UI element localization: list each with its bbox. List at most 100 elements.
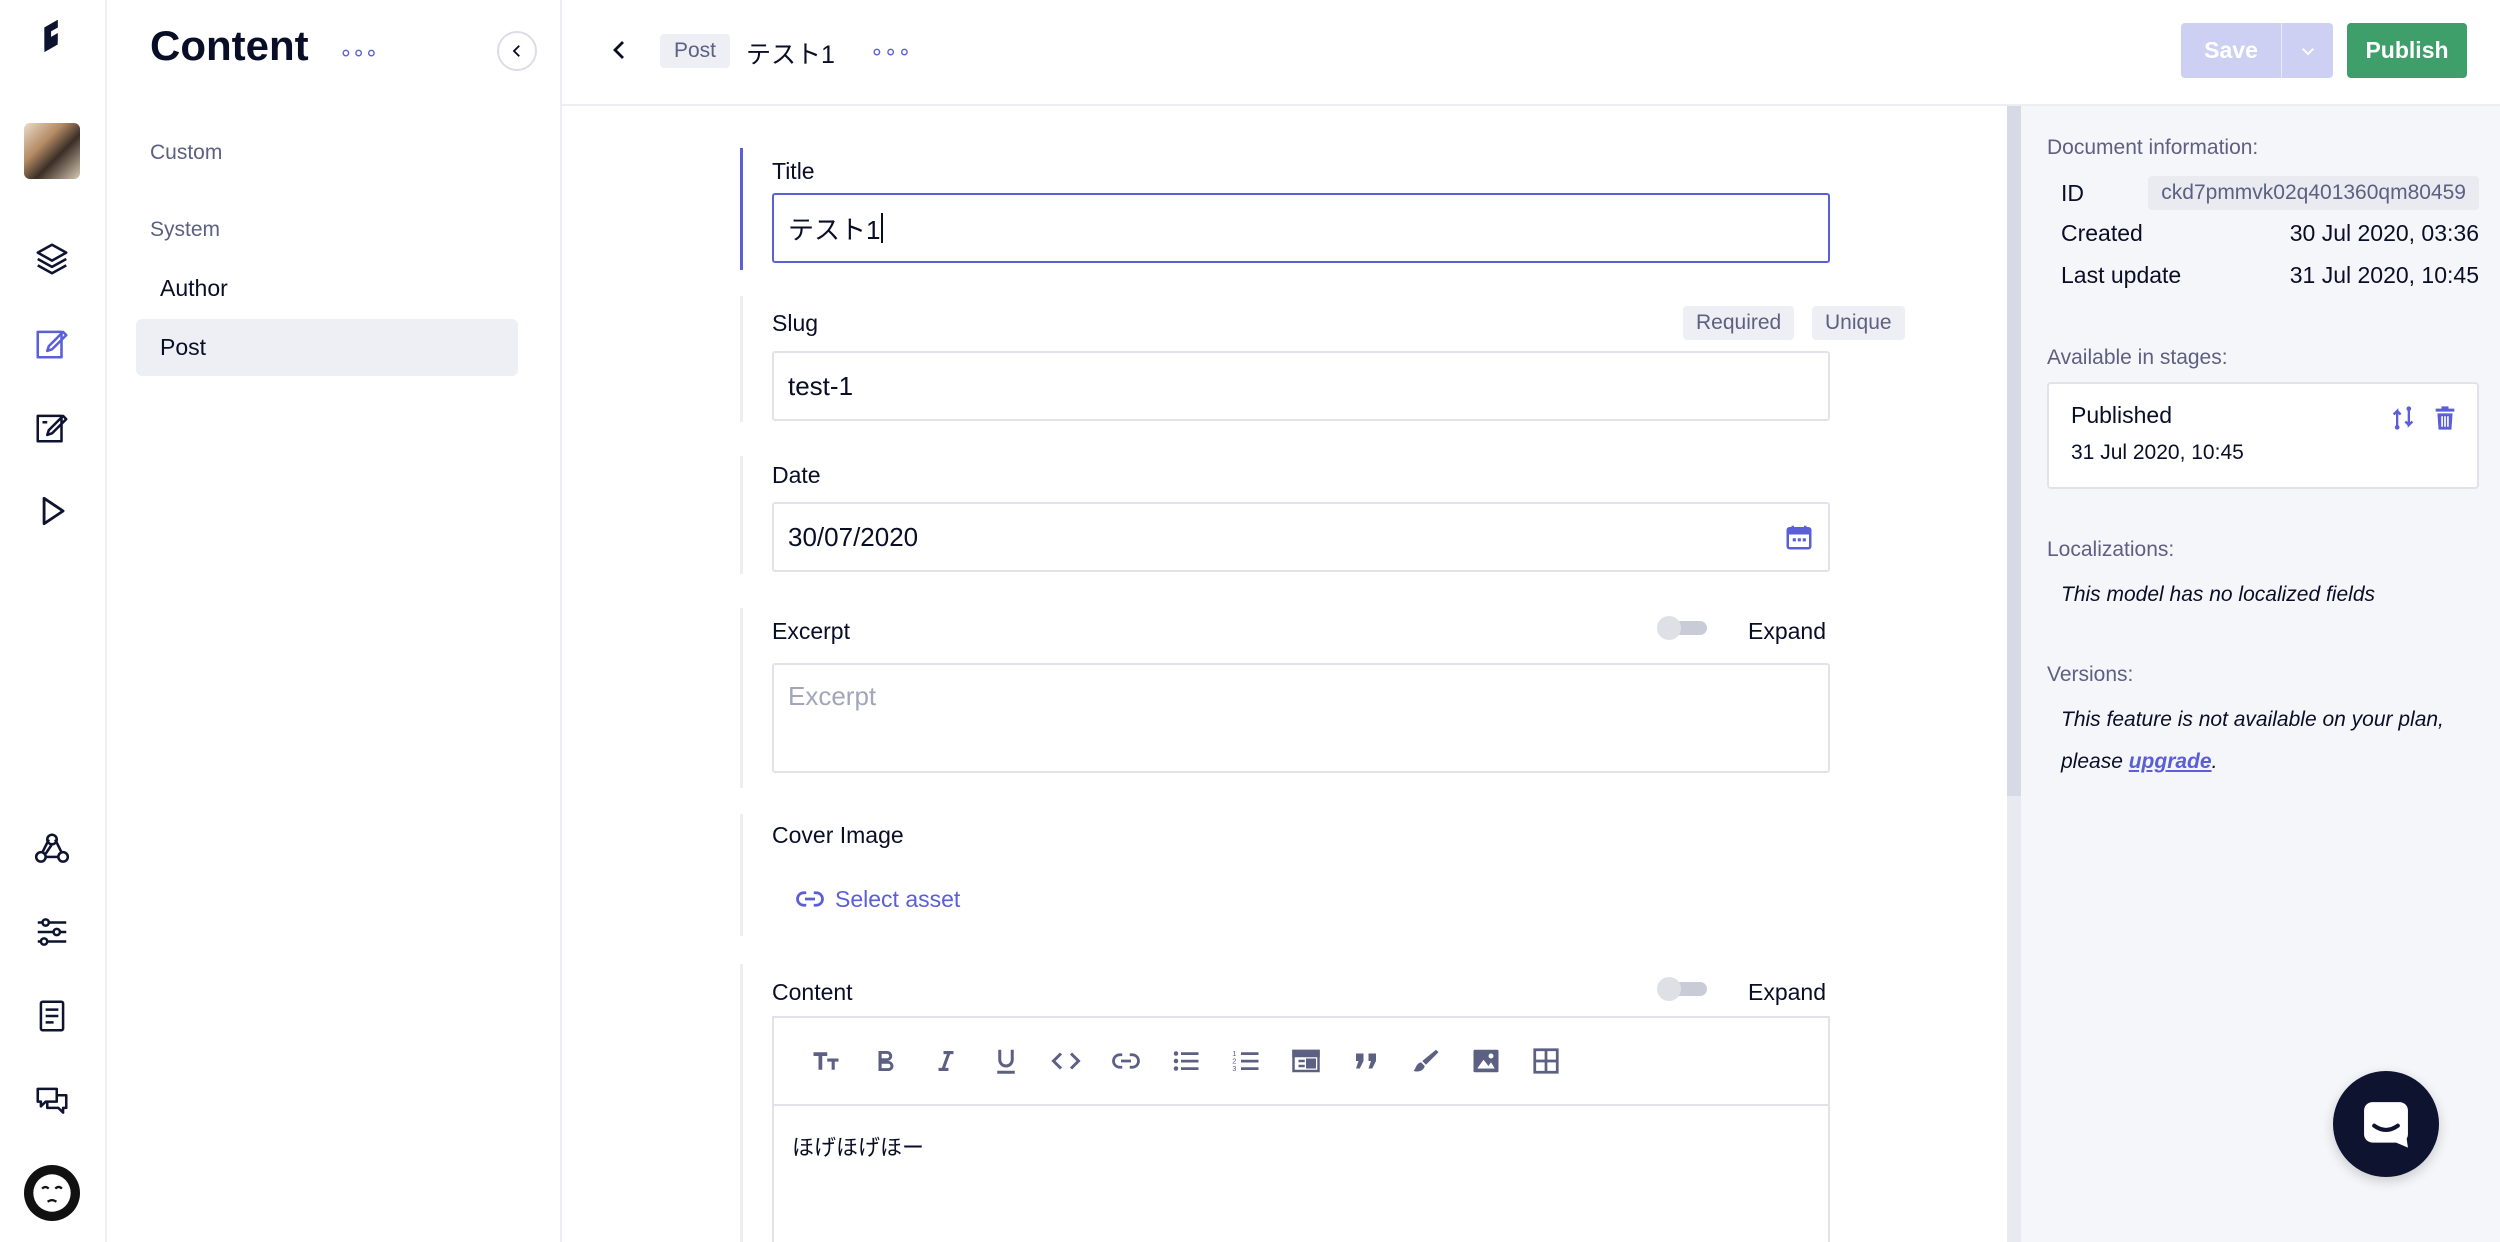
updated-value: 31 Jul 2020, 10:45 xyxy=(2289,262,2479,288)
entry-title: テスト1 xyxy=(746,41,835,69)
field-title: Title テスト1 xyxy=(740,148,1830,270)
italic-icon[interactable] xyxy=(916,1036,976,1086)
sidebar-section-system: System xyxy=(150,218,221,241)
title-input[interactable]: テスト1 xyxy=(772,193,1830,263)
date-input[interactable]: 30/07/2020 xyxy=(772,502,1830,572)
scrollbar-thumb[interactable] xyxy=(2007,106,2021,796)
content-label: Content xyxy=(772,979,853,1005)
excerpt-input[interactable]: Excerpt xyxy=(772,663,1830,773)
sidebar-title: Content xyxy=(150,22,309,69)
chat-launcher-button[interactable] xyxy=(2333,1071,2439,1177)
content-alt-icon[interactable] xyxy=(28,403,76,451)
editor-form: Title テスト1 Slug Required Unique test-1 D… xyxy=(562,106,2007,1242)
localizations-text: This model has no localized fields xyxy=(2061,583,2375,606)
quote-icon[interactable] xyxy=(1336,1036,1396,1086)
title-label: Title xyxy=(772,158,815,184)
created-row: Created 30 Jul 2020, 03:36 xyxy=(2061,220,2479,247)
versions-text: This feature is not available on your pl… xyxy=(2061,699,2481,783)
bold-icon[interactable] xyxy=(856,1036,916,1086)
playground-icon[interactable] xyxy=(28,487,76,535)
brush-icon[interactable] xyxy=(1396,1036,1456,1086)
save-button[interactable]: Save xyxy=(2181,23,2281,78)
collapse-sidebar-button[interactable] xyxy=(497,31,537,71)
sync-icon[interactable] xyxy=(2389,404,2417,432)
table-icon[interactable] xyxy=(1516,1036,1576,1086)
chevron-left-icon xyxy=(512,45,520,57)
chat-icon[interactable] xyxy=(28,1076,76,1124)
save-button-group: Save xyxy=(2181,23,2333,78)
excerpt-expand-label: Expand xyxy=(1748,618,1827,644)
created-label: Created xyxy=(2061,220,2143,246)
sidebar-section-custom: Custom xyxy=(150,141,223,164)
bulleted-list-icon[interactable] xyxy=(1156,1036,1216,1086)
back-button[interactable] xyxy=(600,30,640,70)
id-label: ID xyxy=(2061,179,2084,206)
sidebar-item-post[interactable]: Post xyxy=(136,319,518,376)
schema-icon[interactable] xyxy=(28,235,76,283)
publish-button[interactable]: Publish xyxy=(2347,23,2467,78)
calendar-icon[interactable] xyxy=(1784,522,1814,552)
logo-icon[interactable] xyxy=(28,12,76,60)
unique-badge: Unique xyxy=(1812,306,1905,340)
updated-label: Last update xyxy=(2061,262,2182,288)
slug-label: Slug xyxy=(772,310,819,336)
sidebar-more-icon[interactable]: ∘∘∘ xyxy=(339,40,378,66)
field-content: Content Expand 123 ほげほげほー xyxy=(740,964,1830,1242)
chevron-left-icon xyxy=(613,41,624,59)
excerpt-expand-toggle[interactable] xyxy=(1657,616,1707,640)
select-asset-label: Select asset xyxy=(835,885,961,912)
localizations-header: Localizations: xyxy=(2047,538,2175,561)
save-options-button[interactable] xyxy=(2281,23,2333,78)
id-row: ID ckd7pmmvk02q401360qm80459 xyxy=(2061,176,2479,210)
document-info-panel: Document information: ID ckd7pmmvk02q401… xyxy=(2007,106,2500,1242)
webhooks-icon[interactable] xyxy=(28,825,76,873)
slug-input[interactable]: test-1 xyxy=(772,351,1830,421)
stage-date: 31 Jul 2020, 10:45 xyxy=(2071,441,2244,464)
date-value: 30/07/2020 xyxy=(788,521,919,552)
chevron-down-icon xyxy=(2301,47,2314,55)
versions-text-end: . xyxy=(2211,750,2218,773)
image-icon[interactable] xyxy=(1456,1036,1516,1086)
stage-name: Published xyxy=(2071,402,2173,428)
embed-icon[interactable] xyxy=(1276,1036,1336,1086)
rich-text-toolbar: 123 xyxy=(772,1016,1830,1104)
numbered-list-icon[interactable]: 123 xyxy=(1216,1036,1276,1086)
avatar[interactable] xyxy=(24,1165,80,1221)
upgrade-link[interactable]: upgrade xyxy=(2129,750,2212,773)
entry-more-icon[interactable]: ∘∘∘ xyxy=(870,39,911,65)
select-asset-button[interactable]: Select asset xyxy=(795,884,960,914)
text-caret xyxy=(881,213,884,243)
slug-value: test-1 xyxy=(788,370,854,401)
created-value: 30 Jul 2020, 03:36 xyxy=(2289,220,2479,246)
field-excerpt: Excerpt Expand Excerpt xyxy=(740,608,1830,788)
id-value: ckd7pmmvk02q401360qm80459 xyxy=(2148,176,2479,210)
content-icon[interactable] xyxy=(28,319,76,367)
field-slug: Slug Required Unique test-1 xyxy=(740,296,1905,422)
link-icon[interactable] xyxy=(1096,1036,1156,1086)
field-cover-image: Cover Image Select asset xyxy=(740,814,1798,936)
date-label: Date xyxy=(772,462,821,488)
cover-image-label: Cover Image xyxy=(772,822,904,848)
project-thumbnail[interactable] xyxy=(24,123,80,179)
rich-text-editor[interactable]: ほげほげほー xyxy=(772,1104,1830,1242)
stages-header: Available in stages: xyxy=(2047,346,2228,369)
required-badge: Required xyxy=(1683,306,1795,340)
excerpt-placeholder: Excerpt xyxy=(788,681,877,711)
heading-icon[interactable] xyxy=(796,1036,856,1086)
settings-icon[interactable] xyxy=(28,908,76,956)
content-expand-label: Expand xyxy=(1748,979,1827,1005)
stage-card-published: Published 31 Jul 2020, 10:45 xyxy=(2047,382,2479,489)
top-bar: Post テスト1 ∘∘∘ Save Publish xyxy=(562,0,2500,106)
content-expand-toggle[interactable] xyxy=(1657,977,1707,1001)
code-icon[interactable] xyxy=(1036,1036,1096,1086)
trash-icon[interactable] xyxy=(2431,404,2459,432)
content-body-text: ほげほげほー xyxy=(792,1135,925,1160)
excerpt-label: Excerpt xyxy=(772,618,850,644)
updated-row: Last update 31 Jul 2020, 10:45 xyxy=(2061,262,2479,289)
sidebar-item-author[interactable]: Author xyxy=(136,260,518,317)
docs-icon[interactable] xyxy=(28,992,76,1040)
underline-icon[interactable] xyxy=(976,1036,1036,1086)
document-info-header: Document information: xyxy=(2047,136,2259,159)
model-badge: Post xyxy=(660,34,731,68)
versions-header: Versions: xyxy=(2047,663,2134,686)
